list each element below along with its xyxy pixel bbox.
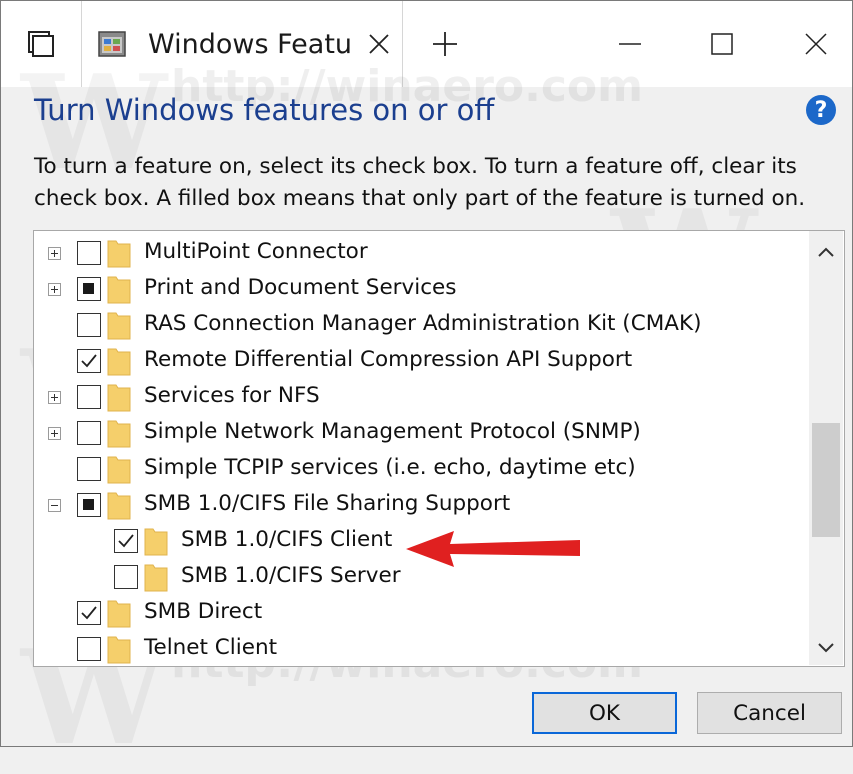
page-title: Turn Windows features on or off (34, 93, 495, 127)
feature-label: Simple Network Management Protocol (SNMP… (144, 419, 641, 444)
feature-checkbox[interactable] (77, 349, 101, 373)
folder-icon (144, 526, 168, 556)
feature-checkbox[interactable] (77, 385, 101, 409)
tab-strip-icon[interactable] (1, 1, 81, 87)
feature-label: Simple TCPIP services (i.e. echo, daytim… (144, 455, 636, 480)
feature-label: Telnet Client (144, 635, 278, 660)
minimize-icon[interactable] (595, 1, 665, 87)
folder-icon (107, 310, 131, 340)
feature-row[interactable]: MultiPoint Connector (34, 235, 804, 271)
folder-icon (107, 598, 131, 628)
feature-label: Remote Differential Compression API Supp… (144, 347, 633, 372)
expand-icon[interactable] (48, 283, 61, 296)
chevron-down-icon[interactable] (809, 631, 843, 665)
feature-row[interactable]: Remote Differential Compression API Supp… (34, 343, 804, 379)
feature-checkbox[interactable] (77, 601, 101, 625)
folder-icon (144, 562, 168, 592)
features-tree: MultiPoint Connector Print and Document S… (33, 230, 845, 667)
feature-label: Services for NFS (144, 383, 320, 408)
feature-checkbox[interactable] (77, 313, 101, 337)
feature-checkbox[interactable] (114, 565, 138, 589)
feature-row[interactable]: RAS Connection Manager Administration Ki… (34, 307, 804, 343)
folder-icon (107, 346, 131, 376)
feature-checkbox[interactable] (77, 277, 101, 301)
close-icon[interactable] (779, 1, 853, 87)
feature-row[interactable]: Simple TCPIP services (i.e. echo, daytim… (34, 451, 804, 487)
feature-checkbox[interactable] (77, 421, 101, 445)
feature-checkbox[interactable] (77, 637, 101, 661)
folder-icon (107, 634, 131, 664)
feature-checkbox[interactable] (77, 493, 101, 517)
window-tab[interactable]: Windows Feature (81, 1, 403, 87)
expand-icon[interactable] (48, 247, 61, 260)
chevron-up-icon[interactable] (809, 235, 843, 269)
feature-checkbox[interactable] (77, 241, 101, 265)
feature-label: SMB 1.0/CIFS Client (181, 527, 393, 552)
vertical-scrollbar[interactable] (809, 231, 843, 665)
feature-row[interactable]: SMB Direct (34, 595, 804, 631)
windows-features-icon (96, 27, 130, 61)
folder-icon (107, 454, 131, 484)
feature-label: Print and Document Services (144, 275, 457, 300)
tab-title: Windows Feature (148, 28, 354, 60)
feature-label: RAS Connection Manager Administration Ki… (144, 311, 702, 336)
feature-row[interactable]: Print and Document Services (34, 271, 804, 307)
description-text: To turn a feature on, select its check b… (34, 154, 806, 211)
folder-icon (107, 238, 131, 268)
folder-icon (107, 418, 131, 448)
feature-label: MultiPoint Connector (144, 239, 368, 264)
feature-label: SMB 1.0/CIFS File Sharing Support (144, 491, 511, 516)
expand-icon[interactable] (48, 391, 61, 404)
plus-icon[interactable] (415, 1, 475, 87)
feature-label: SMB 1.0/CIFS Server (181, 563, 401, 588)
feature-row[interactable]: Telnet Client (34, 631, 804, 666)
red-arrow-icon (406, 529, 586, 573)
title-bar: Windows Feature (1, 1, 852, 87)
help-icon[interactable]: ? (806, 95, 836, 125)
folder-icon (107, 382, 131, 412)
feature-label: SMB Direct (144, 599, 263, 624)
maximize-icon[interactable] (687, 1, 757, 87)
feature-row[interactable]: SMB 1.0/CIFS File Sharing Support (34, 487, 804, 523)
scroll-thumb[interactable] (812, 423, 840, 537)
feature-row[interactable]: Services for NFS (34, 379, 804, 415)
feature-checkbox[interactable] (114, 529, 138, 553)
folder-icon (107, 490, 131, 520)
ok-button[interactable]: OK (532, 692, 677, 734)
folder-icon (107, 274, 131, 304)
close-icon[interactable] (364, 29, 394, 59)
collapse-icon[interactable] (48, 499, 61, 512)
cancel-button[interactable]: Cancel (697, 692, 842, 734)
feature-checkbox[interactable] (77, 457, 101, 481)
expand-icon[interactable] (48, 427, 61, 440)
feature-row[interactable]: Simple Network Management Protocol (SNMP… (34, 415, 804, 451)
